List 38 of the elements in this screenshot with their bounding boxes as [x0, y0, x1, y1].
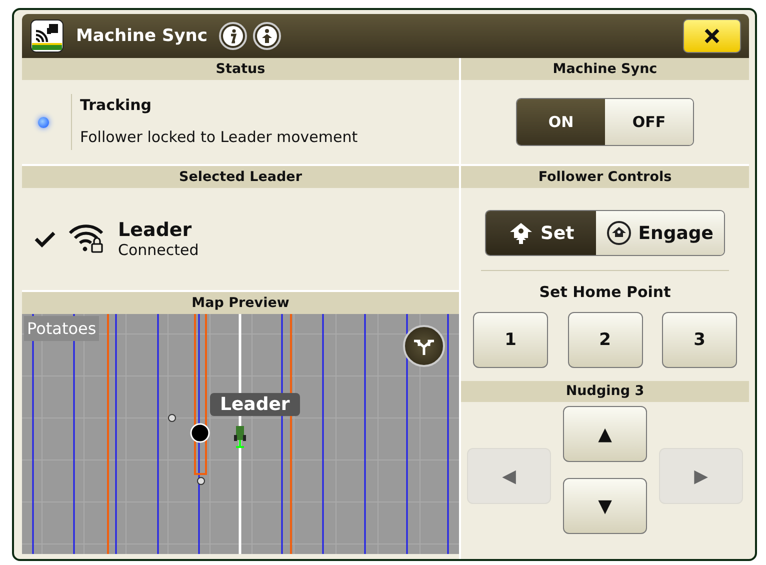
field-label: Potatoes [24, 316, 100, 341]
section-header: Follower Controls [461, 166, 749, 188]
wifi-lock-icon [68, 224, 106, 254]
home-point-button[interactable]: 3 [662, 312, 737, 368]
leader-name: Leader [118, 219, 193, 241]
status-message: Follower locked to Leader movement [80, 128, 358, 146]
leader-item[interactable]: Leader Connected [22, 219, 459, 259]
sync-toggle-option[interactable]: ON [517, 99, 605, 145]
app-icon [30, 19, 64, 53]
tractor-icon [234, 426, 246, 448]
marker-icon [168, 414, 176, 422]
home-engage-icon [606, 220, 632, 246]
mode-button[interactable]: Set [486, 211, 596, 255]
sync-toggle-option[interactable]: OFF [605, 99, 693, 145]
marker-icon [197, 477, 205, 485]
home-point-button[interactable]: 2 [568, 312, 642, 368]
leader-status: Connected [118, 241, 199, 259]
info-icon [222, 25, 244, 47]
home-point-title: Set Home Point [538, 283, 672, 301]
follower-icon [190, 423, 210, 443]
section-header: Status [22, 58, 459, 80]
status-title: Tracking [80, 96, 153, 114]
window-title: Machine Sync [76, 26, 208, 46]
section-header: Machine Sync [461, 58, 749, 80]
section-header: Nudging 3 [461, 381, 749, 402]
info-button[interactable] [219, 22, 248, 50]
vehicle-label: Leader [210, 393, 300, 416]
person-icon [256, 25, 278, 47]
section-header: Map Preview [22, 292, 459, 314]
home-set-icon [508, 221, 534, 245]
nudge-button[interactable]: ▲ [563, 406, 647, 462]
help-button[interactable] [253, 22, 282, 50]
mode-button[interactable]: Engage [596, 211, 724, 255]
close-button[interactable] [683, 19, 741, 53]
section-header: Selected Leader [22, 166, 459, 188]
home-point-button[interactable]: 1 [473, 312, 548, 368]
close-icon [703, 27, 721, 45]
nudge-button[interactable]: ▼ [563, 478, 647, 534]
